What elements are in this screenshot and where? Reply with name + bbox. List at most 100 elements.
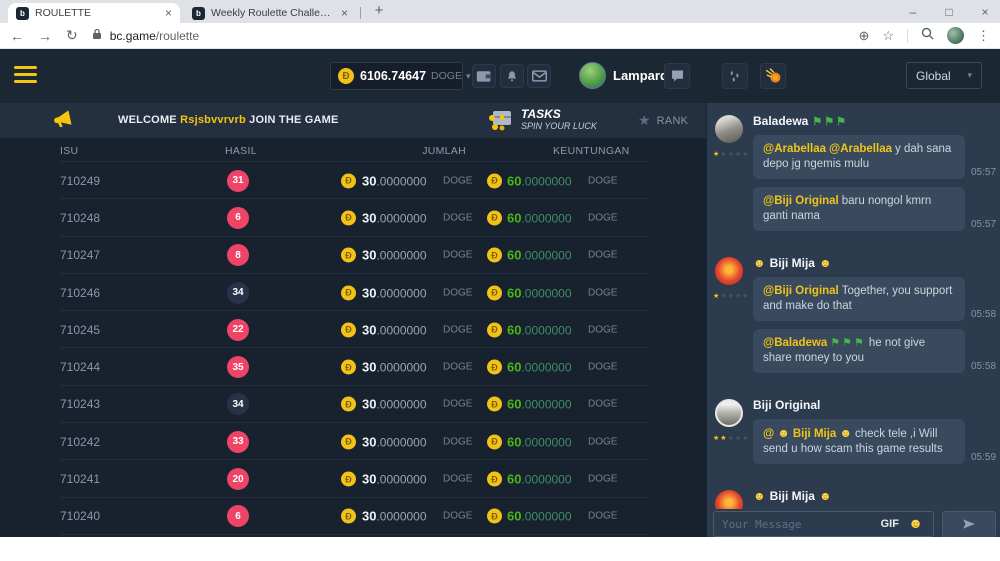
message-timestamp: 05:58 <box>971 309 996 320</box>
bet-currency: DOGE <box>443 511 472 522</box>
chat-avatar[interactable] <box>715 399 743 427</box>
envelope-icon <box>532 70 547 82</box>
url-field[interactable]: bc.game/roulette <box>110 29 199 43</box>
profit-amount: 60.0000000 <box>507 173 572 188</box>
chat-avatar[interactable] <box>715 490 743 509</box>
lock-icon <box>92 27 102 45</box>
user-menu[interactable]: Lampard ▾ <box>579 62 676 89</box>
rain-feature-button[interactable] <box>722 63 748 89</box>
tab-title: Weekly Roulette Challenge - Win <box>211 7 335 19</box>
table-row: 7102406Ð30.0000000DOGEÐ60.0000000DOGE <box>0 498 706 535</box>
balance-selector[interactable]: Ð 6106.74647 DOGE ▾ <box>330 62 463 90</box>
bet-currency: DOGE <box>443 324 472 335</box>
browser-tab-weekly-challenge[interactable]: b Weekly Roulette Challenge - Win × <box>184 3 356 23</box>
send-message-button[interactable] <box>942 511 996 538</box>
addressbar-divider <box>907 29 908 43</box>
close-tab-icon[interactable]: × <box>341 6 348 20</box>
username: Lampard <box>613 68 668 83</box>
result-badge: 6 <box>227 505 249 527</box>
bet-currency: DOGE <box>443 287 472 298</box>
chevron-down-icon: ▾ <box>967 70 972 81</box>
browser-profile-avatar[interactable] <box>947 27 964 44</box>
bet-amount: 30.0000000 <box>362 509 427 524</box>
chat-message-bubble: @Biji OriginalTogether, you support and … <box>753 277 965 321</box>
issue-number: 710247 <box>60 248 100 262</box>
chat-message-list[interactable]: ★★★★★Baladewa⚑⚑⚑@Arabellaa@Arabellaay da… <box>707 103 1000 509</box>
bookmark-star-icon[interactable]: ☆ <box>882 28 894 44</box>
search-icon[interactable] <box>921 27 934 45</box>
doge-coin-icon: Ð <box>341 434 356 449</box>
forward-icon[interactable]: → <box>38 28 52 44</box>
browser-menu-icon[interactable]: ⋮ <box>977 28 990 44</box>
user-avatar <box>579 62 606 89</box>
user-mention[interactable]: @Arabellaa <box>763 143 826 155</box>
table-row: 71024522Ð30.0000000DOGEÐ60.0000000DOGE <box>0 311 706 348</box>
messages-button[interactable] <box>527 64 551 88</box>
tasks-link[interactable]: TASKS SPIN YOUR LUCK <box>487 106 597 132</box>
wallet-icon <box>476 69 492 83</box>
result-badge: 20 <box>227 468 249 490</box>
maximize-window-icon[interactable]: □ <box>942 5 956 19</box>
close-window-icon[interactable]: × <box>978 5 992 19</box>
minimize-window-icon[interactable]: – <box>906 5 920 19</box>
flag-emoji: ⚑⚑⚑ <box>812 116 848 128</box>
issue-number: 710245 <box>60 323 100 337</box>
balance-currency: DOGE <box>431 70 462 82</box>
close-tab-icon[interactable]: × <box>165 6 172 20</box>
chat-message-input[interactable] <box>714 512 933 536</box>
fireball-feature-button[interactable] <box>760 63 786 89</box>
chat-toggle-button[interactable] <box>664 63 690 89</box>
message-text: Biji Original <box>753 398 820 412</box>
wallet-button[interactable] <box>472 64 496 88</box>
profit-amount: 60.0000000 <box>507 322 572 337</box>
doge-coin-icon: Ð <box>341 397 356 412</box>
reload-icon[interactable]: ↻ <box>66 27 78 44</box>
user-mention[interactable]: @Baladewa <box>763 337 827 349</box>
bet-amount: 30.0000000 <box>362 360 427 375</box>
bet-amount: 30.0000000 <box>362 472 427 487</box>
doge-coin-icon: Ð <box>341 173 356 188</box>
rank-link[interactable]: ★ RANK <box>638 112 688 129</box>
chat-avatar[interactable] <box>715 257 743 285</box>
chat-avatar[interactable] <box>715 115 743 143</box>
zoom-page-icon[interactable]: ⊕ <box>858 28 869 44</box>
doge-coin-icon: Ð <box>487 322 502 337</box>
results-table-header: ISU HASIL JUMLAH KEUNTUNGAN <box>0 138 706 162</box>
chat-message-bubble: @Arabellaa@Arabellaay dah sana depo jg n… <box>753 135 965 179</box>
message-timestamp: 05:57 <box>971 167 996 178</box>
emoji-picker-icon[interactable]: ☻ <box>908 516 923 530</box>
chat-username[interactable]: ☻Biji Mija☻ <box>753 489 990 503</box>
user-mention[interactable]: @Biji Original <box>763 285 839 297</box>
rain-icon <box>727 69 743 84</box>
issue-number: 710248 <box>60 211 100 225</box>
browser-tab-roulette[interactable]: b ROULETTE × <box>8 3 180 23</box>
welcome-banner: WELCOME Rsjsbvvrvrb JOIN THE GAME TASKS … <box>0 103 706 138</box>
site-favicon: b <box>192 7 205 20</box>
user-mention[interactable]: Biji Mija <box>793 428 836 440</box>
chat-username[interactable]: ☻Biji Mija☻ <box>753 256 990 270</box>
balance-amount: 6106.74647 <box>360 69 426 83</box>
table-row: 7102478Ð30.0000000DOGEÐ60.0000000DOGE <box>0 237 706 274</box>
fireball-icon <box>765 68 782 84</box>
game-panel: WELCOME Rsjsbvvrvrb JOIN THE GAME TASKS … <box>0 103 706 561</box>
profit-currency: DOGE <box>588 362 617 373</box>
user-mention[interactable]: @Arabellaa <box>829 143 892 155</box>
user-mention[interactable]: @Biji Original <box>763 195 839 207</box>
profit-currency: DOGE <box>588 436 617 447</box>
menu-hamburger-icon[interactable] <box>14 66 37 87</box>
grin-emoji: ☻ <box>819 256 832 270</box>
issue-number: 710244 <box>60 360 100 374</box>
chat-sidebar: ★★★★★Baladewa⚑⚑⚑@Arabellaa@Arabellaay da… <box>706 103 1000 561</box>
gif-button[interactable]: GIF <box>881 518 899 530</box>
message-timestamp: 05:58 <box>971 361 996 372</box>
chat-message: ★★★★★Biji Original@☻Biji Mija☻check tele… <box>713 397 990 472</box>
table-row: 71024931Ð30.0000000DOGEÐ60.0000000DOGE <box>0 162 706 199</box>
back-icon[interactable]: ← <box>10 28 24 44</box>
chat-username[interactable]: Biji Original <box>753 398 990 412</box>
notifications-button[interactable] <box>500 64 524 88</box>
chat-channel-select[interactable]: Global ▾ <box>906 62 982 89</box>
user-mention[interactable]: @ <box>763 428 774 440</box>
rank-star-icon: ★ <box>638 112 651 129</box>
new-tab-button[interactable]: + <box>370 2 388 19</box>
chat-username[interactable]: Baladewa⚑⚑⚑ <box>753 114 990 128</box>
